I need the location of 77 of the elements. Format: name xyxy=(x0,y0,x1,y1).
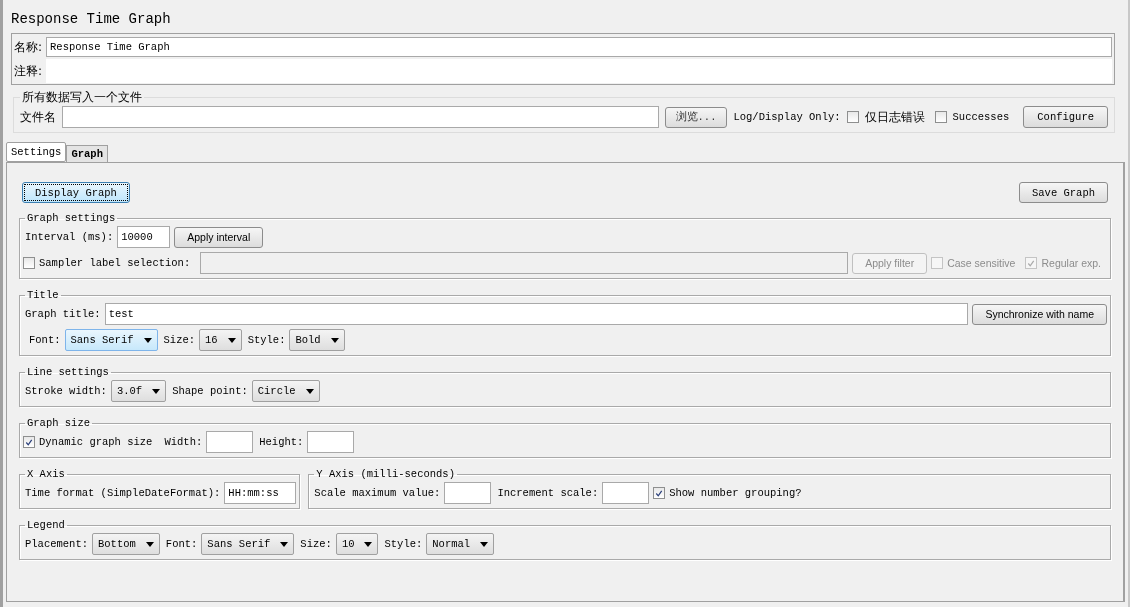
configure-button[interactable]: Configure xyxy=(1023,106,1108,128)
field-label: Log/Display Only: xyxy=(733,111,841,123)
checkbox-label: Case sensitive xyxy=(947,257,1016,269)
checkbox[interactable] xyxy=(653,487,666,499)
group-title: Graph size xyxy=(26,417,91,429)
caret-icon xyxy=(152,388,161,394)
field-label: Font: xyxy=(165,538,198,550)
field-label: Scale maximum value: xyxy=(314,487,441,499)
text-field[interactable] xyxy=(307,431,355,453)
action-button[interactable]: Apply interval xyxy=(174,226,264,248)
comment-field[interactable] xyxy=(46,59,1112,83)
caret-icon xyxy=(145,541,154,547)
text-field[interactable]: test xyxy=(104,303,969,325)
caret-icon xyxy=(280,541,289,547)
field-label: Style: xyxy=(247,334,286,346)
field-label: Interval (ms): xyxy=(25,231,114,243)
dropdown[interactable]: 10 xyxy=(335,533,379,555)
dropdown[interactable]: Bottom xyxy=(92,533,160,555)
group-title: Y Axis (milli-seconds) xyxy=(315,468,456,480)
checkbox[interactable] xyxy=(934,111,947,123)
checkbox-label: Dynamic graph size xyxy=(39,436,153,448)
group-title: 所有数据写入一个文件 xyxy=(21,89,143,106)
tab[interactable]: Settings xyxy=(6,142,67,162)
text-field[interactable]: 10000 xyxy=(117,226,171,248)
field-label: Graph title: xyxy=(25,308,101,320)
checkbox-label: Show number grouping? xyxy=(669,487,802,499)
text-field[interactable] xyxy=(602,482,650,504)
checkbox[interactable] xyxy=(23,257,35,269)
dropdown[interactable]: Circle xyxy=(251,380,320,402)
save-graph-button[interactable]: Save Graph xyxy=(1019,182,1108,203)
caret-icon xyxy=(143,337,152,343)
caret-icon xyxy=(480,541,489,547)
field-label: 注释: xyxy=(14,62,43,80)
field-label: 文件名 xyxy=(20,108,56,126)
field-label: Shape point: xyxy=(172,385,248,397)
group-title: Line settings xyxy=(26,366,110,378)
text-field[interactable] xyxy=(206,431,254,453)
field-label: Time format (SimpleDateFormat): xyxy=(25,487,221,499)
dropdown[interactable]: 3.0f xyxy=(110,380,167,402)
action-button[interactable]: Synchronize with name xyxy=(972,303,1107,325)
group-title: Graph settings xyxy=(26,212,117,224)
field-label: Height: xyxy=(259,436,304,448)
tab[interactable]: Graph xyxy=(66,145,108,162)
field-label: Stroke width: xyxy=(25,385,107,397)
dropdown[interactable]: 16 xyxy=(199,329,242,351)
filename-field[interactable] xyxy=(62,106,659,128)
field-label: Size: xyxy=(300,538,332,550)
group-title: Title xyxy=(26,289,60,301)
checkbox-label: Successes xyxy=(952,111,1010,123)
checkbox[interactable] xyxy=(23,436,35,448)
window-title: Response Time Graph xyxy=(10,10,172,29)
field-label: 名称: xyxy=(14,38,43,56)
text-field[interactable]: HH:mm:ss xyxy=(224,482,297,504)
caret-icon xyxy=(227,337,236,343)
dropdown[interactable]: Bold xyxy=(289,329,345,351)
group-title: Legend xyxy=(26,519,66,531)
dropdown[interactable]: Sans Serif xyxy=(201,533,295,555)
field-label: Placement: xyxy=(25,538,88,550)
caret-icon xyxy=(305,388,314,394)
checkbox[interactable] xyxy=(846,111,859,123)
field-label: Font: xyxy=(29,334,61,346)
group-title: X Axis xyxy=(26,468,66,480)
caret-icon xyxy=(364,541,373,547)
checkbox-label: Regular exp. xyxy=(1041,257,1101,269)
dropdown[interactable]: Normal xyxy=(426,533,495,555)
field-label: Style: xyxy=(384,538,423,550)
field-label: Increment scale: xyxy=(497,487,599,499)
dropdown[interactable]: Sans Serif xyxy=(64,329,158,351)
field-label: Size: xyxy=(163,334,196,346)
checkbox-label: Sampler label selection: xyxy=(39,257,191,269)
caret-icon xyxy=(330,337,339,343)
name-field[interactable]: Response Time Graph xyxy=(46,37,1112,57)
browse-button[interactable]: 浏览... xyxy=(664,106,728,128)
field-label: Width: xyxy=(164,436,203,448)
checkbox-label: 仅日志错误 xyxy=(864,108,925,126)
display-graph-button[interactable]: Display Graph xyxy=(22,182,130,203)
text-field[interactable] xyxy=(444,482,492,504)
